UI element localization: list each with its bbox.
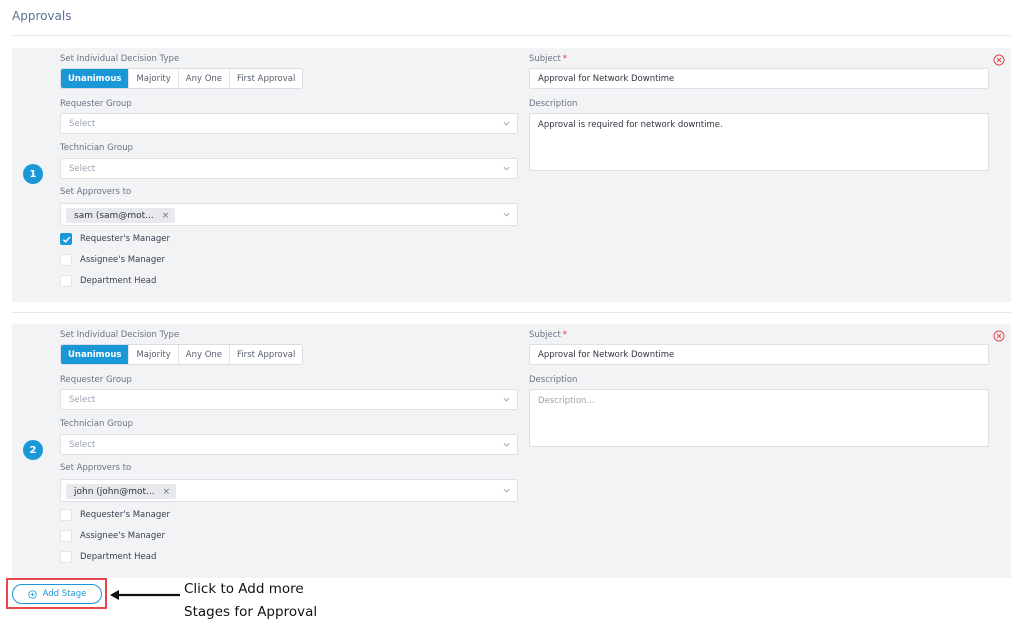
stage-number-badge: 2 bbox=[23, 440, 43, 460]
requester-group-placeholder: Select bbox=[69, 119, 96, 129]
decision-first-approval-button[interactable]: First Approval bbox=[229, 345, 303, 364]
description-textarea[interactable]: Description... bbox=[529, 389, 989, 447]
technician-group-select[interactable]: Select bbox=[60, 434, 518, 455]
requesters-manager-label: Requester's Manager bbox=[80, 234, 170, 244]
chevron-down-icon bbox=[503, 488, 510, 493]
subject-input[interactable]: Approval for Network Downtime bbox=[529, 344, 989, 365]
approver-tag-label: john (john@mot... bbox=[74, 486, 155, 497]
chevron-down-icon bbox=[503, 212, 510, 217]
annotation-callout: Click to Add more Stages for Approval bbox=[184, 578, 317, 624]
chevron-down-icon bbox=[503, 121, 510, 126]
department-head-label: Department Head bbox=[80, 276, 157, 286]
assignees-manager-label: Assignee's Manager bbox=[80, 255, 165, 265]
plus-circle-icon bbox=[27, 589, 37, 599]
chevron-down-icon bbox=[503, 397, 510, 402]
approver-tag-label: sam (sam@mot... bbox=[74, 210, 154, 221]
title-divider bbox=[12, 35, 1011, 36]
technician-group-placeholder: Select bbox=[69, 440, 96, 450]
remove-circle-icon[interactable] bbox=[993, 54, 1005, 66]
technician-group-select[interactable]: Select bbox=[60, 158, 518, 179]
requesters-manager-label: Requester's Manager bbox=[80, 510, 170, 520]
decision-majority-button[interactable]: Majority bbox=[128, 345, 178, 364]
add-stage-button[interactable]: Add Stage bbox=[12, 584, 102, 604]
department-head-option: Department Head bbox=[60, 550, 156, 564]
subject-label: Subject * bbox=[529, 330, 568, 340]
stage-number-badge: 1 bbox=[23, 164, 43, 184]
approval-stage-1: 1 Set Individual Decision Type Unanimous… bbox=[12, 48, 1011, 302]
technician-group-label: Technician Group bbox=[60, 143, 133, 153]
requester-group-label: Requester Group bbox=[60, 99, 132, 109]
stage-divider bbox=[12, 312, 1011, 313]
arrow-left-icon bbox=[110, 590, 180, 600]
subject-input[interactable]: Approval for Network Downtime bbox=[529, 68, 989, 89]
assignees-manager-checkbox[interactable] bbox=[60, 254, 72, 266]
set-approvers-label: Set Approvers to bbox=[60, 463, 132, 473]
technician-group-label: Technician Group bbox=[60, 419, 133, 429]
requesters-manager-option: Requester's Manager bbox=[60, 508, 170, 522]
decision-type-label: Set Individual Decision Type bbox=[60, 330, 180, 340]
department-head-label: Department Head bbox=[80, 552, 157, 562]
requester-group-label: Requester Group bbox=[60, 375, 132, 385]
decision-majority-button[interactable]: Majority bbox=[128, 69, 178, 88]
approvers-select[interactable]: john (john@mot... × bbox=[60, 479, 518, 502]
approver-tag: john (john@mot... × bbox=[66, 484, 177, 499]
department-head-option: Department Head bbox=[60, 274, 156, 288]
requester-group-placeholder: Select bbox=[69, 395, 96, 405]
annotation-line-2: Stages for Approval bbox=[184, 604, 318, 620]
description-label: Description bbox=[529, 99, 578, 109]
decision-first-approval-button[interactable]: First Approval bbox=[229, 69, 303, 88]
decision-type-selector: Unanimous Majority Any One First Approva… bbox=[60, 344, 304, 365]
remove-tag-icon[interactable]: × bbox=[162, 211, 170, 221]
page-title: Approvals bbox=[12, 9, 72, 23]
set-approvers-label: Set Approvers to bbox=[60, 187, 132, 197]
decision-unanimous-button[interactable]: Unanimous bbox=[61, 69, 129, 88]
decision-any-one-button[interactable]: Any One bbox=[177, 345, 230, 364]
decision-any-one-button[interactable]: Any One bbox=[177, 69, 230, 88]
approver-tag: sam (sam@mot... × bbox=[66, 208, 176, 223]
assignees-manager-label: Assignee's Manager bbox=[80, 531, 165, 541]
technician-group-placeholder: Select bbox=[69, 164, 96, 174]
requesters-manager-checkbox[interactable] bbox=[60, 233, 72, 245]
decision-type-label: Set Individual Decision Type bbox=[60, 54, 180, 64]
chevron-down-icon bbox=[503, 442, 510, 447]
requesters-manager-checkbox[interactable] bbox=[60, 509, 72, 521]
check-icon bbox=[62, 236, 70, 243]
chevron-down-icon bbox=[503, 166, 510, 171]
subject-label: Subject * bbox=[529, 54, 568, 64]
approval-stage-2: 2 Set Individual Decision Type Unanimous… bbox=[12, 324, 1011, 578]
description-textarea[interactable]: Approval is required for network downtim… bbox=[529, 113, 989, 171]
decision-type-selector: Unanimous Majority Any One First Approva… bbox=[60, 68, 304, 89]
approvers-select[interactable]: sam (sam@mot... × bbox=[60, 203, 518, 226]
department-head-checkbox[interactable] bbox=[60, 275, 72, 287]
assignees-manager-checkbox[interactable] bbox=[60, 530, 72, 542]
description-label: Description bbox=[529, 375, 578, 385]
annotation-line-1: Click to Add more bbox=[184, 581, 304, 597]
department-head-checkbox[interactable] bbox=[60, 551, 72, 563]
requester-group-select[interactable]: Select bbox=[60, 113, 518, 134]
remove-tag-icon[interactable]: × bbox=[163, 487, 171, 497]
add-stage-label: Add Stage bbox=[42, 589, 87, 599]
remove-circle-icon[interactable] bbox=[993, 330, 1005, 342]
assignees-manager-option: Assignee's Manager bbox=[60, 529, 165, 543]
requester-group-select[interactable]: Select bbox=[60, 389, 518, 410]
requesters-manager-option: Requester's Manager bbox=[60, 232, 170, 246]
assignees-manager-option: Assignee's Manager bbox=[60, 253, 165, 267]
decision-unanimous-button[interactable]: Unanimous bbox=[61, 345, 129, 364]
